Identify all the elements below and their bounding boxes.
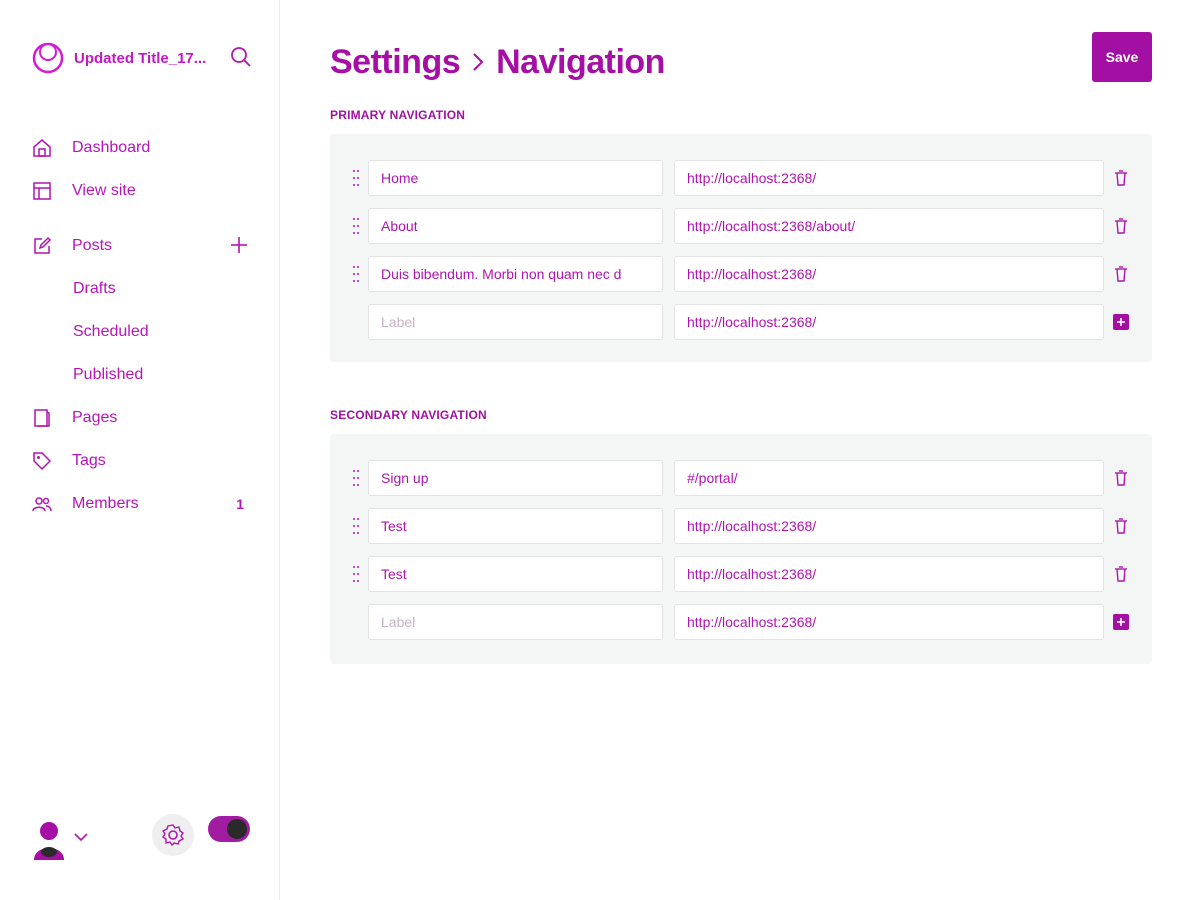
page-title: Navigation <box>496 42 665 81</box>
sidebar-item-dashboard[interactable]: Dashboard <box>32 126 252 169</box>
add-item-icon[interactable] <box>1112 613 1130 631</box>
sidebar-item-scheduled[interactable]: Scheduled <box>32 310 252 353</box>
nav-row-new: Label http://localhost:2368/ <box>330 598 1152 646</box>
trash-icon[interactable] <box>1112 517 1130 535</box>
sidebar-item-members[interactable]: Members 1 <box>32 482 252 525</box>
nav-url-input[interactable]: http://localhost:2368/ <box>674 556 1104 592</box>
members-count-badge: 1 <box>236 495 244 512</box>
sidebar-item-label: Members <box>72 494 139 512</box>
new-nav-url-input[interactable]: http://localhost:2368/ <box>674 304 1104 340</box>
secondary-navigation-heading: SECONDARY NAVIGATION <box>330 408 487 422</box>
gear-icon <box>161 824 185 847</box>
breadcrumb: Settings Navigation <box>330 40 665 84</box>
nav-label-input[interactable]: Duis bibendum. Morbi non quam nec d <box>368 256 663 292</box>
new-nav-label-input[interactable]: Label <box>368 604 663 640</box>
brand[interactable]: Updated Title_17... <box>32 36 252 80</box>
sidebar-item-drafts[interactable]: Drafts <box>32 267 252 310</box>
nav-row: Duis bibendum. Morbi non quam nec d http… <box>330 250 1152 298</box>
chevron-right-icon <box>473 53 484 71</box>
breadcrumb-parent[interactable]: Settings <box>330 43 461 82</box>
search-icon[interactable] <box>230 46 252 68</box>
trash-icon[interactable] <box>1112 169 1130 187</box>
nav-row: Test http://localhost:2368/ <box>330 502 1152 550</box>
site-title: Updated Title_17... <box>74 49 207 67</box>
nav-label-input[interactable]: Test <box>368 508 663 544</box>
sidebar-item-pages[interactable]: Pages <box>32 396 252 439</box>
save-button[interactable]: Save <box>1092 32 1152 82</box>
chevron-down-icon[interactable] <box>74 832 88 842</box>
trash-icon[interactable] <box>1112 265 1130 283</box>
sidebar-item-published[interactable]: Published <box>32 353 252 396</box>
dark-mode-toggle-icon[interactable] <box>208 816 250 842</box>
drag-handle-icon[interactable] <box>352 469 360 487</box>
add-item-icon[interactable] <box>1112 313 1130 331</box>
nav-url-input[interactable]: http://localhost:2368/about/ <box>674 208 1104 244</box>
settings-button[interactable] <box>152 814 194 856</box>
nav-label-input[interactable]: Test <box>368 556 663 592</box>
drag-handle-icon[interactable] <box>352 517 360 535</box>
trash-icon[interactable] <box>1112 565 1130 583</box>
plus-icon[interactable] <box>230 236 248 254</box>
drag-handle-icon[interactable] <box>352 565 360 583</box>
sidebar-item-label: Pages <box>72 408 118 426</box>
sidebar-item-label: Dashboard <box>72 138 151 156</box>
sidebar-item-label: Posts <box>72 236 113 254</box>
drag-handle-icon[interactable] <box>352 169 360 187</box>
nav-label-input[interactable]: Home <box>368 160 663 196</box>
main-content: Settings Navigation Save PRIMARY NAVIGAT… <box>330 0 1152 900</box>
new-nav-url-input[interactable]: http://localhost:2368/ <box>674 604 1104 640</box>
nav-url-input[interactable]: #/portal/ <box>674 460 1104 496</box>
members-icon <box>32 496 52 511</box>
nav-row: About http://localhost:2368/about/ <box>330 202 1152 250</box>
nav-row: Home http://localhost:2368/ <box>330 154 1152 202</box>
browser-icon <box>33 181 51 200</box>
sidebar-nav: Dashboard View site Posts Drafts Schedul… <box>32 126 252 525</box>
new-nav-label-input[interactable]: Label <box>368 304 663 340</box>
edit-icon <box>34 236 52 254</box>
drag-handle-icon[interactable] <box>352 217 360 235</box>
sidebar-item-tags[interactable]: Tags <box>32 439 252 482</box>
nav-label-input[interactable]: About <box>368 208 663 244</box>
sidebar-item-view-site[interactable]: View site <box>32 169 252 212</box>
sidebar-footer <box>32 814 252 868</box>
nav-row: Test http://localhost:2368/ <box>330 550 1152 598</box>
secondary-navigation-list: Sign up #/portal/ Test http://localhost:… <box>330 434 1152 664</box>
sidebar-item-label: View site <box>72 181 136 199</box>
page-icon <box>34 408 50 427</box>
nav-url-input[interactable]: http://localhost:2368/ <box>674 508 1104 544</box>
nav-label-input[interactable]: Sign up <box>368 460 663 496</box>
ghost-logo-icon <box>32 42 64 74</box>
sidebar-item-label: Tags <box>72 451 106 469</box>
user-avatar-icon[interactable] <box>32 820 66 864</box>
toggle-knob <box>227 819 247 839</box>
nav-row: Sign up #/portal/ <box>330 454 1152 502</box>
nav-url-input[interactable]: http://localhost:2368/ <box>674 256 1104 292</box>
nav-row-new: Label http://localhost:2368/ <box>330 298 1152 346</box>
tag-icon <box>33 451 52 470</box>
primary-navigation-heading: PRIMARY NAVIGATION <box>330 108 466 122</box>
primary-navigation-list: Home http://localhost:2368/ About http:/… <box>330 134 1152 362</box>
drag-handle-icon[interactable] <box>352 265 360 283</box>
trash-icon[interactable] <box>1112 217 1130 235</box>
home-icon <box>33 138 51 157</box>
sidebar: Updated Title_17... Dashboard View site <box>0 0 280 900</box>
nav-url-input[interactable]: http://localhost:2368/ <box>674 160 1104 196</box>
trash-icon[interactable] <box>1112 469 1130 487</box>
sidebar-item-posts[interactable]: Posts <box>32 224 252 267</box>
